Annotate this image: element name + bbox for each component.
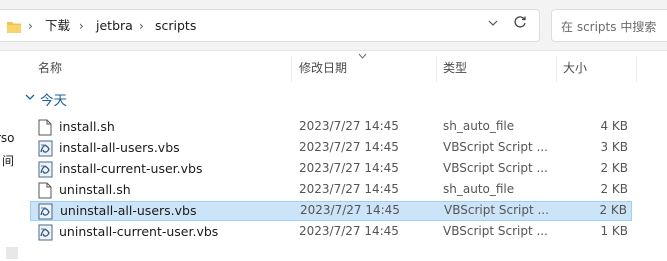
file-name[interactable]: install-all-users.vbs [59,140,180,155]
breadcrumb-separator-icon: › [28,19,33,33]
file-type: VBScript Script ... [444,203,549,217]
file-date: 2023/7/27 14:45 [299,119,399,133]
file-size: 2 KB [600,182,628,196]
chevron-down-icon[interactable] [488,17,498,30]
file-name[interactable]: install.sh [59,119,115,134]
file-row-selected[interactable]: uninstall-all-users.vbs 2023/7/27 14:45 … [30,201,632,221]
file-row[interactable]: install.sh 2023/7/27 14:45 sh_auto_file … [30,117,632,137]
column-header-type[interactable]: 类型 [443,60,467,76]
text-file-icon [38,119,52,140]
vbscript-file-icon [38,161,53,182]
file-name[interactable]: uninstall-current-user.vbs [59,224,218,239]
column-divider[interactable] [556,56,557,82]
file-type: sh_auto_file [443,119,515,133]
column-divider[interactable] [636,56,637,82]
file-name[interactable]: install-current-user.vbs [59,161,202,176]
file-row[interactable]: uninstall-current-user.vbs 2023/7/27 14:… [30,222,632,242]
breadcrumb-separator-icon: › [79,19,84,33]
column-divider[interactable] [436,56,437,82]
file-size: 2 KB [599,203,627,217]
scrollbar[interactable] [6,247,18,259]
file-size: 3 KB [600,140,628,154]
nav-item-label[interactable]: 间 [2,152,14,169]
refresh-icon[interactable] [513,15,527,33]
vbscript-file-icon [38,203,53,224]
navigation-pane[interactable]: rso 间 [0,51,20,261]
folder-icon [6,19,22,38]
file-size: 1 KB [600,224,628,238]
file-size: 2 KB [600,161,628,175]
file-row[interactable]: install-all-users.vbs 2023/7/27 14:45 VB… [30,138,632,158]
breadcrumb-separator-icon: › [139,19,144,33]
nav-item-label[interactable]: rso [0,131,15,145]
file-name[interactable]: uninstall-all-users.vbs [60,203,196,218]
search-input[interactable]: 在 scripts 中搜索 [551,9,667,42]
file-date: 2023/7/27 14:45 [299,140,399,154]
text-file-icon [38,182,52,203]
file-row[interactable]: install-current-user.vbs 2023/7/27 14:45… [30,159,632,179]
breadcrumb-jetbra[interactable]: jetbra [96,18,133,34]
column-header-name[interactable]: 名称 [38,60,62,76]
file-type: VBScript Script ... [443,224,548,238]
sort-chevron-icon [358,52,367,62]
group-collapse-chevron-icon[interactable] [25,93,35,104]
search-placeholder: 在 scripts 中搜索 [561,20,657,34]
column-divider[interactable] [291,56,292,82]
file-row[interactable]: uninstall.sh 2023/7/27 14:45 sh_auto_fil… [30,180,632,200]
file-date: 2023/7/27 14:45 [299,182,399,196]
file-date: 2023/7/27 14:45 [299,161,399,175]
vbscript-file-icon [38,140,53,161]
address-bar-area: › 下载 › jetbra › scripts 在 scripts 中搜索 [0,0,667,51]
file-name[interactable]: uninstall.sh [59,182,131,197]
file-date: 2023/7/27 14:45 [299,224,399,238]
file-type: VBScript Script ... [443,161,548,175]
file-date: 2023/7/27 14:45 [300,203,400,217]
file-size: 4 KB [600,119,628,133]
vbscript-file-icon [38,224,53,245]
file-type: VBScript Script ... [443,140,548,154]
file-type: sh_auto_file [443,182,515,196]
column-header-date[interactable]: 修改日期 [299,60,347,76]
group-header-today[interactable]: 今天 [40,92,67,110]
breadcrumb-scripts[interactable]: scripts [155,18,196,34]
address-bar[interactable]: › 下载 › jetbra › scripts [0,9,540,42]
column-header-size[interactable]: 大小 [563,60,587,76]
breadcrumb-downloads[interactable]: 下载 [45,18,70,34]
